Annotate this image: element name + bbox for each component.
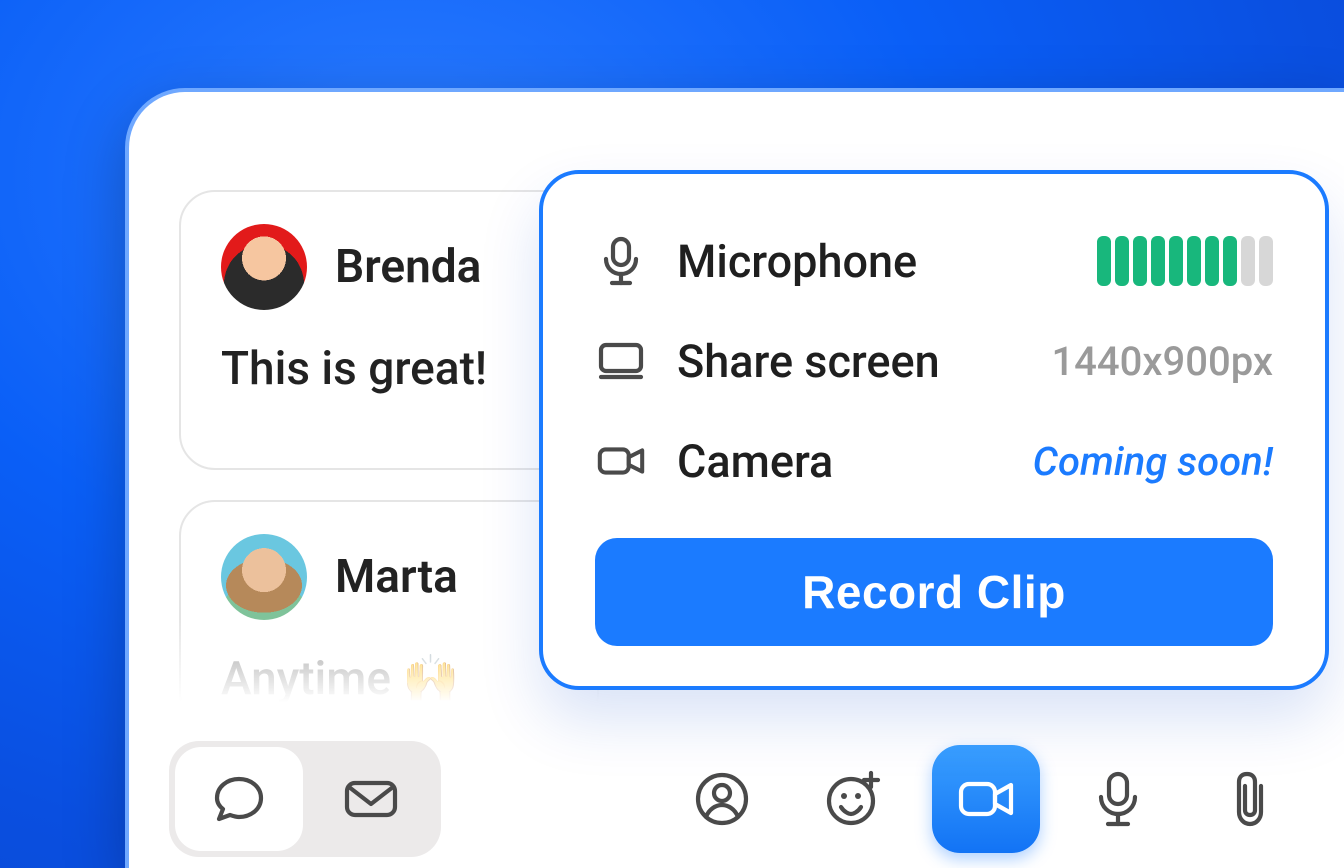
camera-row[interactable]: Camera Coming soon!: [595, 418, 1273, 504]
level-bar: [1133, 236, 1147, 286]
person-circle-icon: [693, 770, 751, 828]
record-audio-button[interactable]: [1064, 745, 1172, 853]
chat-card[interactable]: Marta Anytime 🙌: [179, 500, 599, 730]
bottom-toolbar: [129, 730, 1344, 868]
microphone-level-meter: [1097, 236, 1273, 286]
attach-button[interactable]: [1196, 745, 1304, 853]
share-screen-value: 1440x900px: [1051, 338, 1273, 385]
share-screen-row[interactable]: Share screen 1440x900px: [595, 318, 1273, 404]
level-bar: [1223, 236, 1237, 286]
mail-icon: [340, 775, 402, 823]
camera-label: Camera: [677, 435, 833, 488]
view-segmented-control[interactable]: [169, 741, 441, 857]
level-bar: [1097, 236, 1111, 286]
level-bar: [1241, 236, 1255, 286]
camera-value: Coming soon!: [1033, 438, 1273, 485]
chat-name: Brenda: [335, 240, 481, 294]
level-bar: [1259, 236, 1273, 286]
record-popover: Microphone Share screen 1440x900px: [539, 170, 1329, 690]
video-icon: [955, 776, 1017, 822]
paperclip-icon: [1227, 768, 1273, 830]
chat-card[interactable]: Brenda This is great!: [179, 190, 599, 470]
record-video-button[interactable]: [932, 745, 1040, 853]
microphone-row[interactable]: Microphone: [595, 218, 1273, 304]
level-bar: [1151, 236, 1165, 286]
chat-tab[interactable]: [175, 747, 303, 851]
microphone-icon: [1093, 769, 1143, 829]
camera-icon: [595, 441, 647, 481]
mail-tab[interactable]: [307, 747, 435, 851]
share-screen-label: Share screen: [677, 335, 940, 388]
chat-message: Anytime 🙌: [221, 652, 557, 706]
emoji-add-button[interactable]: [800, 745, 908, 853]
app-window: Brenda This is great! Marta Anytime 🙌 Mi…: [125, 88, 1344, 868]
level-bar: [1169, 236, 1183, 286]
chat-message: This is great!: [221, 342, 557, 396]
avatar: [221, 534, 307, 620]
chat-header: Marta: [221, 534, 557, 620]
microphone-label: Microphone: [677, 235, 917, 288]
mention-person-button[interactable]: [668, 745, 776, 853]
record-clip-button[interactable]: Record Clip: [595, 538, 1273, 646]
chat-header: Brenda: [221, 224, 557, 310]
chat-bubble-icon: [210, 771, 268, 827]
level-bar: [1115, 236, 1129, 286]
level-bar: [1187, 236, 1201, 286]
level-bar: [1205, 236, 1219, 286]
emoji-add-icon: [823, 769, 885, 829]
microphone-icon: [595, 235, 647, 287]
chat-name: Marta: [335, 550, 458, 604]
screen-icon: [595, 339, 647, 383]
avatar: [221, 224, 307, 310]
